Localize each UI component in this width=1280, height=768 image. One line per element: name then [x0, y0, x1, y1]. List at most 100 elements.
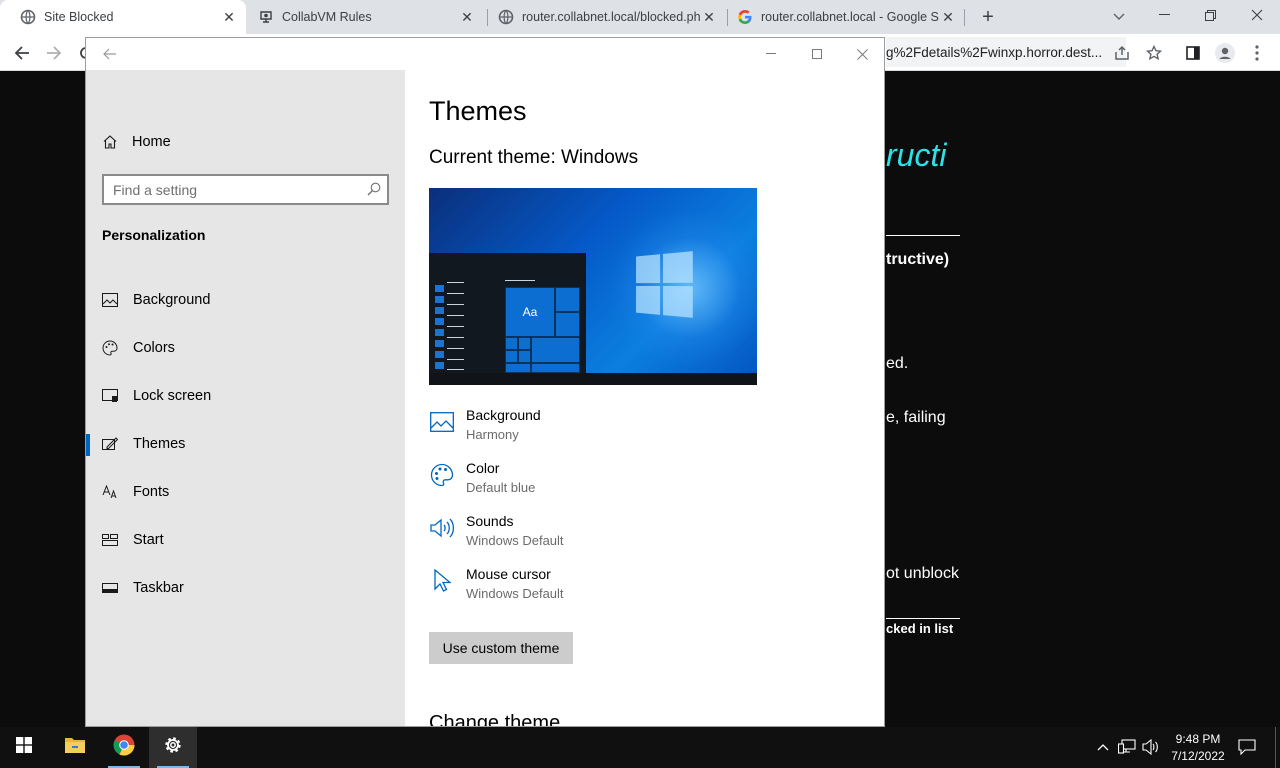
property-name: Mouse cursor	[466, 566, 551, 582]
nav-home-label: Home	[132, 134, 171, 150]
settings-minimize-button[interactable]	[748, 38, 794, 70]
nav-item-start[interactable]: Start	[86, 520, 405, 560]
tab-title: router.collabnet.local - Google Sc	[761, 10, 939, 24]
page-title: Themes	[429, 96, 527, 126]
clock-time: 9:48 PM	[1175, 732, 1221, 746]
tab-title: Site Blocked	[44, 10, 114, 24]
share-icon[interactable]	[1109, 40, 1135, 66]
nav-item-colors[interactable]: Colors	[86, 328, 405, 368]
close-tab-icon[interactable]: ✕	[458, 8, 476, 26]
fonts-icon	[102, 484, 118, 500]
preview-tile: Aa	[505, 287, 555, 337]
address-text: g%2Fdetails%2Fwinxp.horror.dest...	[886, 44, 1103, 60]
browser-close-button[interactable]	[1234, 0, 1280, 30]
gear-icon	[163, 735, 183, 760]
globe-icon	[498, 9, 514, 25]
collabvm-icon	[258, 9, 274, 25]
tab-google-search[interactable]: router.collabnet.local - Google Sc ✕	[717, 0, 965, 34]
find-setting-input[interactable]: Find a setting	[102, 174, 389, 205]
property-value: Harmony	[466, 427, 519, 442]
show-desktop-button[interactable]	[1275, 727, 1276, 768]
close-tab-icon[interactable]: ✕	[220, 8, 238, 26]
tab-title: CollabVM Rules	[282, 10, 372, 24]
settings-maximize-button[interactable]	[794, 38, 840, 70]
lock-screen-icon	[102, 388, 118, 404]
taskbar-file-explorer[interactable]	[51, 727, 99, 768]
volume-icon[interactable]	[1141, 737, 1161, 757]
chrome-icon	[113, 734, 135, 761]
search-icon	[367, 182, 381, 199]
profile-avatar-icon[interactable]	[1212, 40, 1238, 66]
more-menu-icon[interactable]	[1244, 40, 1270, 66]
theme-background-link[interactable]: Background Harmony	[429, 407, 829, 447]
forward-arrow-icon[interactable]	[41, 40, 67, 66]
property-value: Windows Default	[466, 533, 564, 548]
tab-search-icon[interactable]	[1108, 6, 1130, 28]
network-icon[interactable]	[1117, 737, 1137, 757]
themes-icon	[102, 436, 118, 452]
nav-item-taskbar[interactable]: Taskbar	[86, 568, 405, 608]
nav-item-label: Background	[133, 292, 211, 308]
bookmark-star-icon[interactable]	[1141, 40, 1167, 66]
nav-item-label: Fonts	[133, 484, 170, 500]
page-text: cked in list	[886, 621, 954, 636]
nav-item-label: Start	[133, 532, 164, 548]
back-arrow-icon[interactable]	[98, 44, 122, 64]
theme-color-link[interactable]: Color Default blue	[429, 460, 829, 500]
globe-icon	[20, 9, 36, 25]
nav-home[interactable]: Home	[102, 132, 171, 152]
taskbar-settings[interactable]	[149, 727, 197, 768]
tab-collabvm-rules[interactable]: CollabVM Rules ✕	[238, 0, 484, 34]
taskbar-google-chrome[interactable]	[100, 727, 148, 768]
page-text: ed.	[886, 355, 909, 372]
clock-date: 7/12/2022	[1171, 749, 1225, 763]
google-icon	[737, 9, 753, 25]
picture-icon	[102, 292, 118, 308]
current-theme-heading: Current theme: Windows	[429, 147, 639, 168]
nav-item-label: Colors	[133, 340, 175, 356]
browser-minimize-button[interactable]	[1141, 0, 1187, 30]
palette-icon	[429, 462, 455, 488]
settings-close-button[interactable]	[839, 38, 884, 70]
close-tab-icon[interactable]: ✕	[939, 8, 957, 26]
settings-navigation-pane: Home Find a setting Personalization Back…	[86, 70, 405, 726]
address-bar[interactable]: g%2Fdetails%2Fwinxp.horror.dest...	[886, 37, 1126, 67]
tab-router-blocked[interactable]: router.collabnet.local/blocked.ph ✕	[478, 0, 726, 34]
start-menu-preview: Aa	[429, 253, 586, 378]
side-panel-icon[interactable]	[1180, 40, 1206, 66]
nav-section-title: Personalization	[102, 227, 206, 243]
notifications-icon[interactable]	[1237, 737, 1257, 757]
nav-item-label: Taskbar	[133, 580, 184, 596]
browser-tab-strip: Site Blocked ✕ CollabVM Rules ✕ router.c…	[0, 0, 1280, 34]
theme-sounds-link[interactable]: Sounds Windows Default	[429, 513, 829, 553]
themes-content-pane: Themes Current theme: Windows Aa Backgro…	[405, 70, 884, 726]
new-tab-button[interactable]: +	[976, 5, 1000, 29]
nav-item-label: Themes	[133, 436, 186, 452]
start-icon	[102, 532, 118, 548]
page-heading: ructi	[886, 137, 947, 173]
show-hidden-icons-chevron-up-icon[interactable]	[1093, 737, 1113, 757]
close-tab-icon[interactable]: ✕	[700, 8, 718, 26]
home-icon	[102, 134, 118, 150]
folder-icon	[64, 736, 86, 759]
palette-icon	[102, 340, 118, 356]
property-name: Sounds	[466, 513, 514, 529]
cursor-icon	[429, 568, 455, 594]
picture-icon	[429, 409, 455, 435]
nav-item-background[interactable]: Background	[86, 280, 405, 320]
windows-logo-icon	[16, 737, 32, 758]
theme-preview-image: Aa	[429, 188, 757, 385]
back-arrow-icon[interactable]	[9, 40, 35, 66]
tab-site-blocked[interactable]: Site Blocked ✕	[0, 0, 246, 34]
start-button[interactable]	[0, 727, 48, 768]
taskbar-clock[interactable]: 9:48 PM 7/12/2022	[1163, 731, 1233, 765]
speaker-icon	[429, 515, 455, 541]
nav-item-fonts[interactable]: Fonts	[86, 472, 405, 512]
settings-title-bar	[86, 38, 884, 70]
nav-item-themes[interactable]: Themes	[86, 424, 405, 464]
theme-mouse-cursor-link[interactable]: Mouse cursor Windows Default	[429, 566, 829, 606]
page-text: tructive)	[886, 251, 950, 268]
browser-restore-button[interactable]	[1187, 0, 1233, 30]
nav-item-lock-screen[interactable]: Lock screen	[86, 376, 405, 416]
use-custom-theme-button[interactable]: Use custom theme	[429, 632, 573, 664]
